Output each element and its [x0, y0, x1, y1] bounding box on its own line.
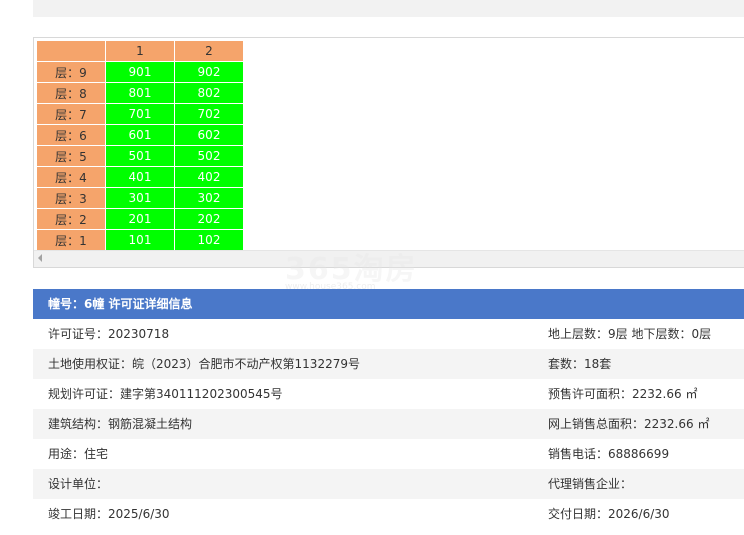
unit-cell[interactable]: 601 [106, 125, 174, 145]
unit-cell[interactable]: 602 [175, 125, 243, 145]
floor-label: 层：6 [37, 125, 105, 145]
floor-label: 层：3 [37, 188, 105, 208]
grid-header-row: 1 2 [37, 41, 243, 61]
grid-floor-row: 层：6 601 602 [37, 125, 243, 145]
unit-cell[interactable]: 201 [106, 209, 174, 229]
horizontal-scrollbar[interactable] [34, 250, 744, 267]
floor-label: 层：5 [37, 146, 105, 166]
grid-floor-row: 层：2 201 202 [37, 209, 243, 229]
sales-agent: 代理销售企业： [548, 477, 633, 491]
grid-column-header: 1 [106, 41, 174, 61]
delivery-date: 交付日期：2026/6/30 [548, 507, 670, 521]
unit-grid: 1 2 层：9 901 902 层：8 801 802 层：7 701 702 … [36, 40, 244, 251]
unit-cell[interactable]: 202 [175, 209, 243, 229]
unit-cell[interactable]: 401 [106, 167, 174, 187]
completion-date: 竣工日期：2025/6/30 [48, 507, 170, 521]
floor-label: 层：2 [37, 209, 105, 229]
info-row: 规划许可证：建字第340111202300545号 预售许可面积：2232.66… [33, 379, 744, 409]
floor-label: 层：1 [37, 230, 105, 250]
floor-label: 层：8 [37, 83, 105, 103]
presale-area: 预售许可面积：2232.66 ㎡ [548, 387, 698, 401]
permit-number: 许可证号：20230718 [48, 327, 170, 341]
grid-floor-row: 层：3 301 302 [37, 188, 243, 208]
building-structure: 建筑结构：钢筋混凝土结构 [48, 417, 193, 431]
unit-cell[interactable]: 702 [175, 104, 243, 124]
usage: 用途：住宅 [48, 447, 109, 461]
grid-floor-row: 层：9 901 902 [37, 62, 243, 82]
info-row: 用途：住宅 销售电话：68886699 [33, 439, 744, 469]
unit-cell[interactable]: 902 [175, 62, 243, 82]
grid-floor-row: 层：4 401 402 [37, 167, 243, 187]
grid-floor-row: 层：8 801 802 [37, 83, 243, 103]
top-bar [33, 0, 744, 17]
info-row: 许可证号：20230718 地上层数：9层 地下层数：0层 [33, 319, 744, 349]
info-row: 设计单位： 代理销售企业： [33, 469, 744, 499]
floor-count: 地上层数：9层 地下层数：0层 [548, 327, 712, 341]
scroll-left-arrow-icon[interactable] [38, 254, 42, 262]
info-row: 建筑结构：钢筋混凝土结构 网上销售总面积：2232.66 ㎡ [33, 409, 744, 439]
unit-cell[interactable]: 102 [175, 230, 243, 250]
grid-floor-row: 层：7 701 702 [37, 104, 243, 124]
land-use-certificate: 土地使用权证：皖（2023）合肥市不动产权第1132279号 [48, 357, 360, 371]
planning-permit: 规划许可证：建字第340111202300545号 [48, 387, 283, 401]
unit-cell[interactable]: 301 [106, 188, 174, 208]
floor-label: 层：9 [37, 62, 105, 82]
grid-corner-cell [37, 41, 105, 61]
unit-cell[interactable]: 302 [175, 188, 243, 208]
unit-cell[interactable]: 101 [106, 230, 174, 250]
unit-cell[interactable]: 502 [175, 146, 243, 166]
grid-floor-row: 层：5 501 502 [37, 146, 243, 166]
design-unit: 设计单位： [48, 477, 109, 491]
unit-count: 套数：18套 [548, 357, 612, 371]
info-row: 土地使用权证：皖（2023）合肥市不动产权第1132279号 套数：18套 [33, 349, 744, 379]
info-row: 竣工日期：2025/6/30 交付日期：2026/6/30 [33, 499, 744, 529]
floor-label: 层：7 [37, 104, 105, 124]
unit-cell[interactable]: 901 [106, 62, 174, 82]
unit-cell[interactable]: 402 [175, 167, 243, 187]
unit-cell[interactable]: 801 [106, 83, 174, 103]
online-sales-area: 网上销售总面积：2232.66 ㎡ [548, 417, 710, 431]
unit-cell[interactable]: 501 [106, 146, 174, 166]
unit-grid-panel: 1 2 层：9 901 902 层：8 801 802 层：7 701 702 … [33, 37, 744, 268]
sales-phone: 销售电话：68886699 [548, 447, 670, 461]
unit-cell[interactable]: 701 [106, 104, 174, 124]
permit-info-title: 幢号：6幢 许可证详细信息 [33, 289, 744, 319]
grid-column-header: 2 [175, 41, 243, 61]
floor-label: 层：4 [37, 167, 105, 187]
grid-floor-row: 层：1 101 102 [37, 230, 243, 250]
unit-cell[interactable]: 802 [175, 83, 243, 103]
